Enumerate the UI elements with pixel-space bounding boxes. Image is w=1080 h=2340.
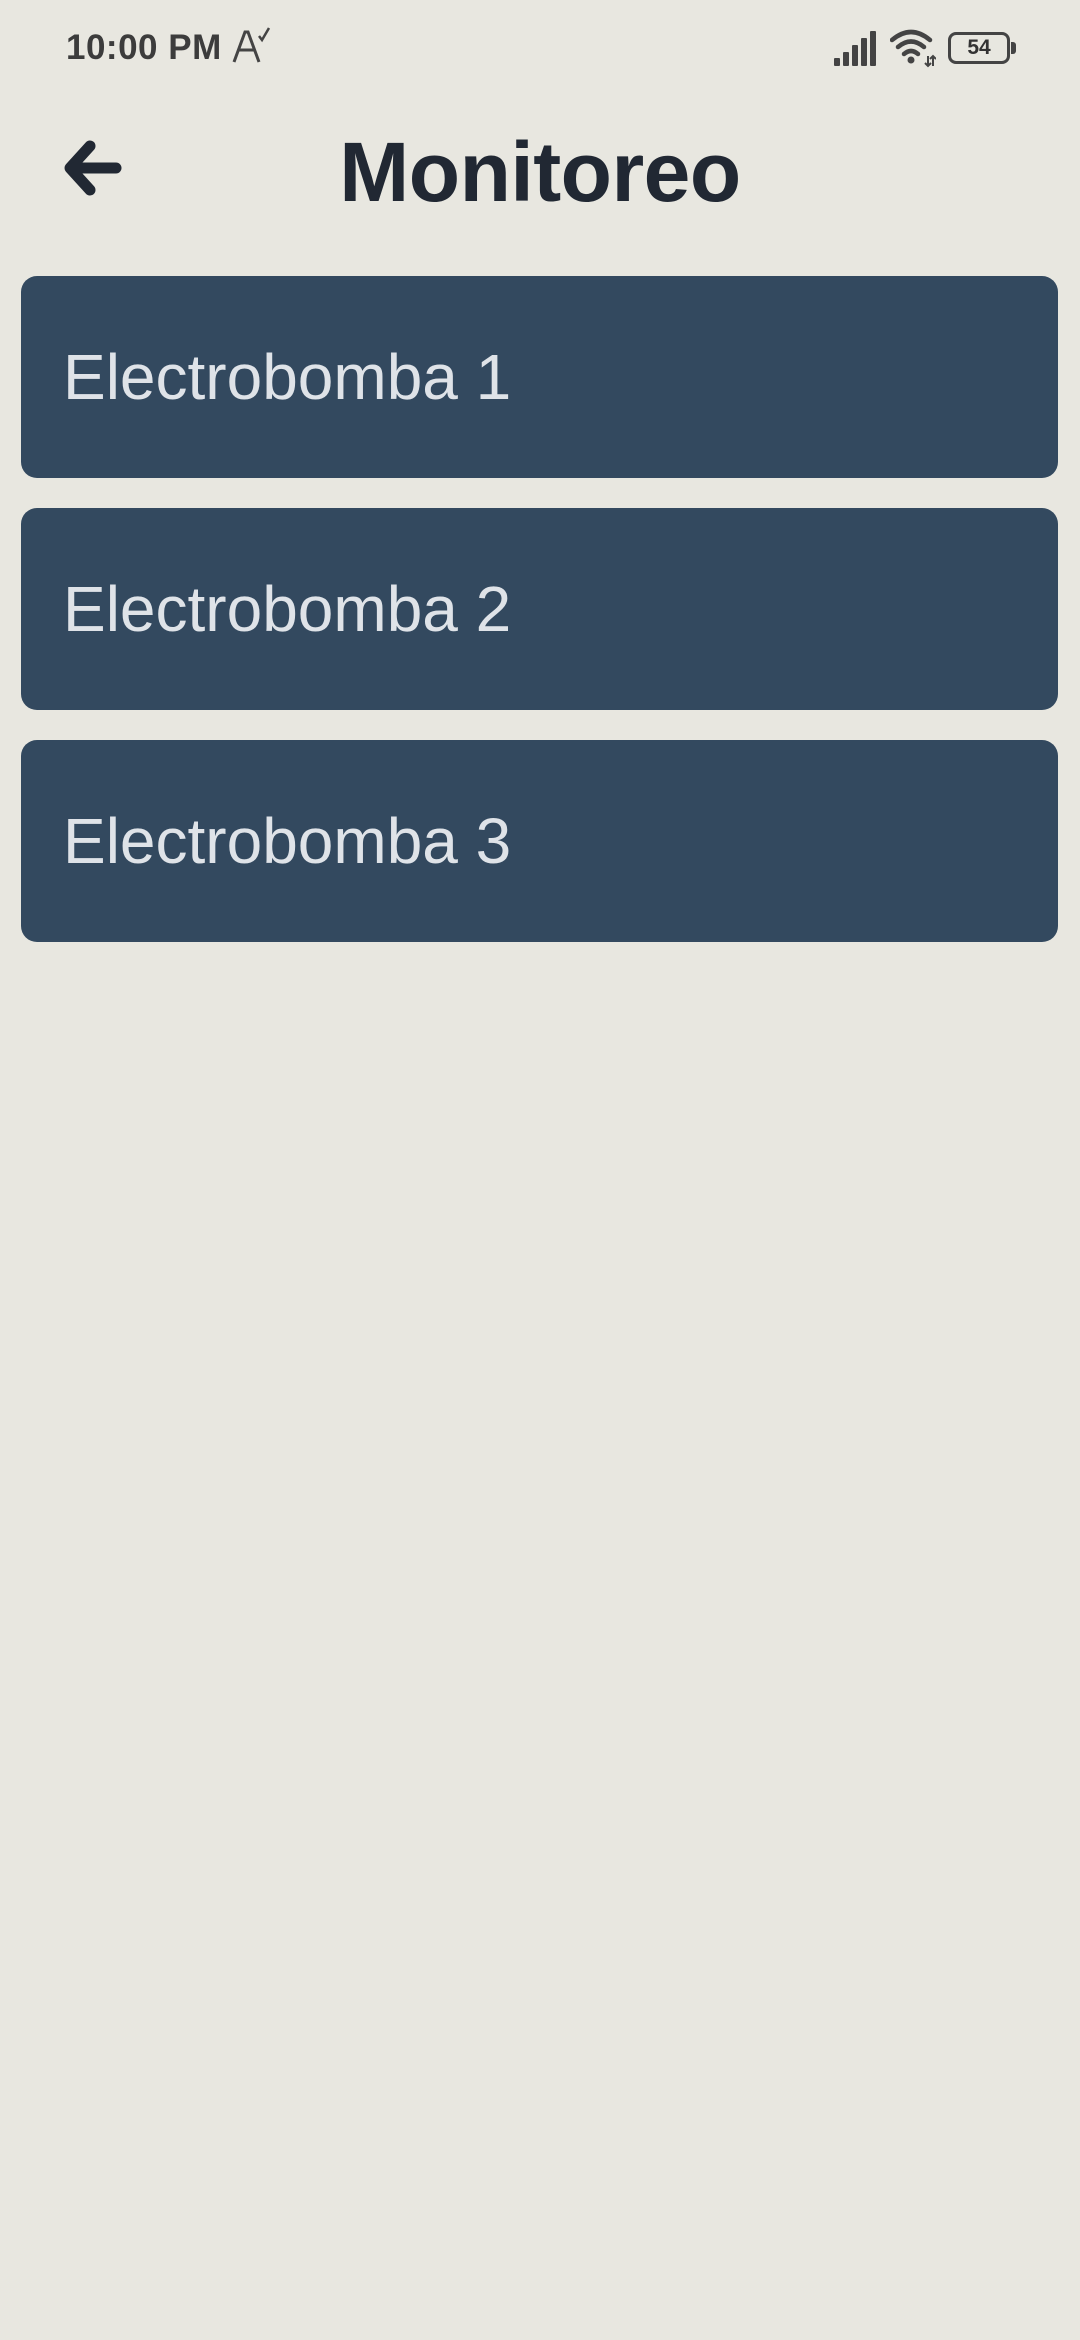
status-time: 10:00 PM: [66, 28, 222, 67]
battery-icon: 54: [948, 32, 1016, 64]
status-bar: 10:00 PM 54: [0, 0, 1080, 96]
pump-label: Electrobomba 3: [63, 805, 512, 877]
pump-item-3[interactable]: Electrobomba 3: [21, 740, 1058, 942]
pump-item-2[interactable]: Electrobomba 2: [21, 508, 1058, 710]
wifi-icon: [889, 28, 937, 68]
font-check-icon: [232, 24, 272, 68]
monitoring-screen: 10:00 PM 54 Monitoreo Electrobomba 1 Ele…: [0, 0, 1080, 2340]
signal-icon: [834, 30, 876, 66]
pump-item-1[interactable]: Electrobomba 1: [21, 276, 1058, 478]
battery-tip: [1011, 42, 1016, 54]
pump-list: Electrobomba 1 Electrobomba 2 Electrobom…: [21, 276, 1058, 972]
battery-level: 54: [967, 36, 991, 59]
page-title: Monitoreo: [339, 125, 741, 219]
pump-label: Electrobomba 2: [63, 573, 512, 645]
header: Monitoreo: [0, 110, 1080, 240]
pump-label: Electrobomba 1: [63, 341, 512, 413]
